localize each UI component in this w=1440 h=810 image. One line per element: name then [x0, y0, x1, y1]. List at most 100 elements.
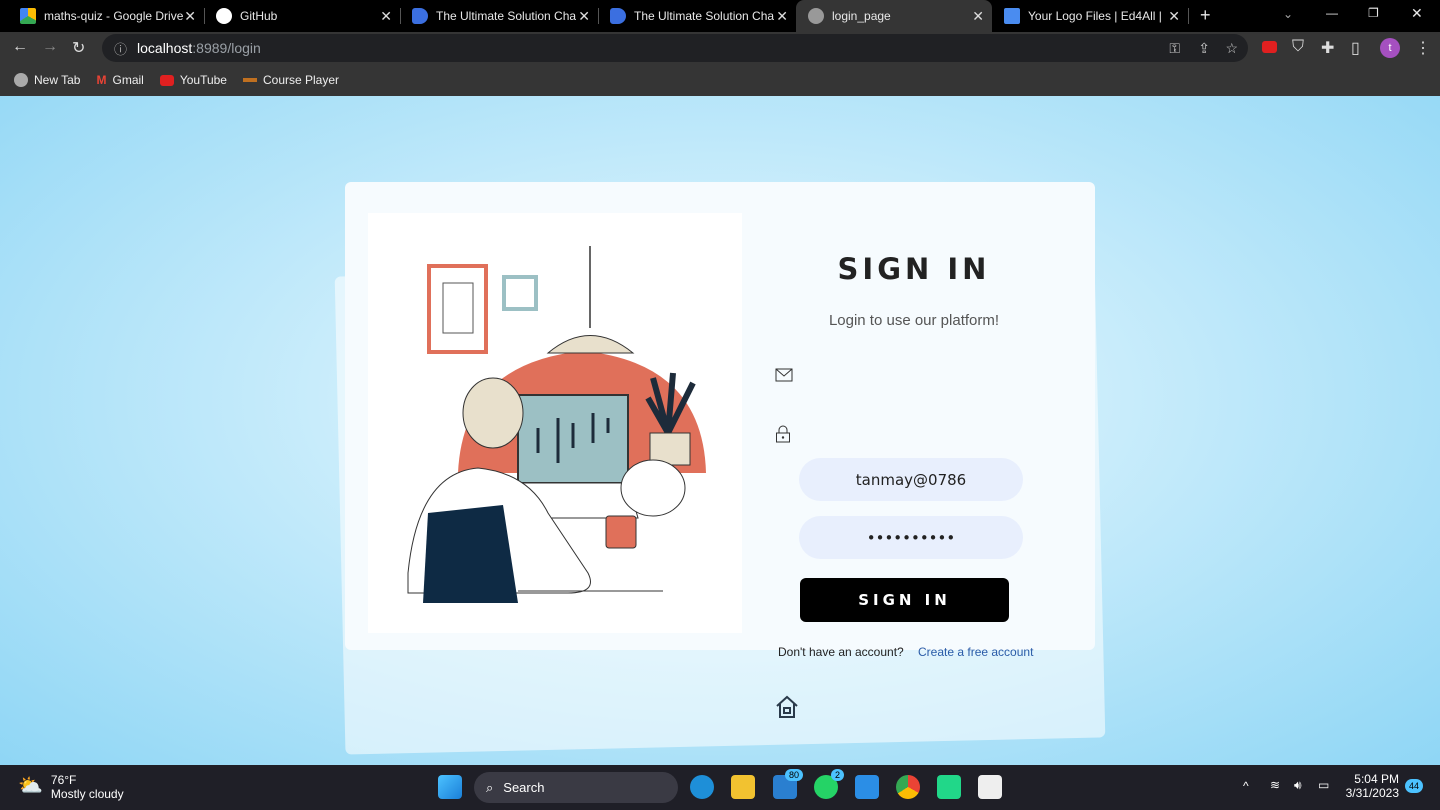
- restore-button[interactable]: ❐: [1368, 6, 1379, 20]
- back-icon[interactable]: ←: [12, 38, 28, 56]
- mug: [605, 515, 637, 549]
- menu-icon[interactable]: ⋮: [1415, 38, 1431, 58]
- weather-widget[interactable]: ⛅ 76°F Mostly cloudy: [18, 773, 124, 801]
- subtitle: Login to use our platform!: [828, 312, 1000, 329]
- cloudy-icon: ⛅: [18, 775, 43, 797]
- github-icon: [216, 8, 232, 24]
- cat: [620, 459, 686, 517]
- person-head: [462, 377, 524, 449]
- weather-desc: Mostly cloudy: [50, 787, 124, 801]
- close-tab-icon[interactable]: ✕: [972, 8, 984, 25]
- mail-badge: 80: [784, 769, 803, 781]
- taskbar: ⛅ 76°F Mostly cloudy ⌕ Search 80 2 ^ ≋ 🔊︎ …: [0, 765, 1440, 810]
- tab-ultimate-solution-1[interactable]: The Ultimate Solution Challe ✕: [400, 0, 599, 32]
- site-info-icon[interactable]: ⓘ: [114, 39, 127, 58]
- bookmarks-bar: New Tab M Gmail YouTube Course Player: [0, 64, 1440, 96]
- minimize-button[interactable]: —: [1326, 6, 1338, 20]
- no-account-text: Don't have an account?: [778, 645, 904, 659]
- bookmark-youtube[interactable]: YouTube: [159, 73, 227, 87]
- sign-in-button[interactable]: SIGN IN: [800, 578, 1009, 622]
- create-account-link[interactable]: Create a free account: [918, 645, 1033, 659]
- bookmark-course-player[interactable]: Course Player: [242, 73, 339, 87]
- search-label: Search: [503, 780, 545, 795]
- browser-toolbar: ← → ↻ ⓘ localhost:8989/login ⚿ ⇪ ☆ ⛉ ✚ ▯…: [0, 32, 1440, 64]
- doc-icon: [412, 8, 428, 24]
- shield-extension-icon[interactable]: ⛉: [1292, 38, 1304, 56]
- whatsapp-icon[interactable]: 2: [814, 769, 844, 799]
- lock-icon: [776, 425, 790, 443]
- tab-title: Your Logo Files | Ed4All | LO: [1028, 9, 1163, 23]
- clock[interactable]: 5:04 PM 3/31/2023: [1345, 772, 1399, 800]
- star-icon[interactable]: ☆: [1225, 40, 1238, 57]
- close-window-button[interactable]: ✕: [1411, 5, 1423, 22]
- volume-icon[interactable]: 🔊︎: [1294, 778, 1302, 793]
- globe-icon: [808, 8, 824, 24]
- home-icon[interactable]: [775, 695, 799, 719]
- new-tab-button[interactable]: +: [1200, 5, 1211, 26]
- mail-app-icon[interactable]: 80: [773, 769, 803, 799]
- chrome-icon[interactable]: [896, 775, 920, 799]
- whatsapp-badge: 2: [830, 769, 844, 781]
- forward-icon[interactable]: →: [42, 38, 58, 56]
- url-text: localhost:8989/login: [137, 40, 261, 56]
- tab-title: login_page: [832, 9, 891, 23]
- close-tab-icon[interactable]: ✕: [776, 8, 788, 25]
- gmail-icon: M: [96, 73, 107, 87]
- logo-icon: [1004, 8, 1020, 24]
- page-title: SIGN IN: [837, 252, 991, 286]
- share-icon[interactable]: ⇪: [1198, 40, 1210, 57]
- tab-strip: maths-quiz - Google Drive ✕ GitHub ✕ The U…: [0, 0, 1440, 32]
- course-icon: [242, 78, 257, 82]
- tab-title: maths-quiz - Google Drive: [44, 9, 184, 23]
- reload-icon[interactable]: ↻: [72, 38, 85, 58]
- tab-title: The Ultimate Solution Challe: [436, 9, 576, 23]
- close-tab-icon[interactable]: ✕: [184, 8, 196, 25]
- notification-badge[interactable]: 44: [1405, 779, 1424, 793]
- side-panel-icon[interactable]: ▯: [1351, 38, 1360, 58]
- extensions-icon[interactable]: ✚: [1321, 38, 1334, 58]
- page-background: SIGN IN Login to use our platform! SIGN …: [0, 96, 1440, 765]
- picture-frame: [427, 264, 488, 354]
- globe-icon: [14, 73, 28, 87]
- battery-icon[interactable]: ▭: [1318, 778, 1329, 792]
- tab-search-icon[interactable]: ⌄: [1283, 7, 1293, 21]
- password-input[interactable]: [799, 516, 1023, 559]
- tab-logo-files[interactable]: Your Logo Files | Ed4All | LO ✕: [992, 0, 1189, 32]
- taskbar-search[interactable]: ⌕ Search: [474, 772, 678, 803]
- pycharm-icon[interactable]: [937, 775, 961, 799]
- vscode-icon[interactable]: [855, 775, 879, 799]
- lamp-shade: [546, 335, 635, 354]
- tab-google-drive[interactable]: maths-quiz - Google Drive ✕: [8, 0, 205, 32]
- close-tab-icon[interactable]: ✕: [380, 8, 392, 25]
- start-button[interactable]: [438, 775, 462, 799]
- chair: [423, 505, 518, 603]
- doc-icon: [610, 8, 626, 24]
- bookmark-new-tab[interactable]: New Tab: [14, 73, 80, 87]
- snipping-tool-icon[interactable]: [978, 775, 1002, 799]
- mail-icon: [775, 368, 793, 382]
- youtube-icon: [159, 74, 174, 86]
- profile-avatar[interactable]: t: [1380, 38, 1400, 58]
- tab-title: GitHub: [240, 9, 278, 23]
- extension-youtube-icon[interactable]: [1262, 41, 1277, 53]
- google-drive-icon: [20, 8, 36, 24]
- close-tab-icon[interactable]: ✕: [578, 8, 590, 25]
- tab-github[interactable]: GitHub ✕: [204, 0, 401, 32]
- file-explorer-icon[interactable]: [731, 775, 755, 799]
- address-bar[interactable]: ⓘ localhost:8989/login ⚿ ⇪ ☆: [102, 34, 1248, 62]
- search-icon: ⌕: [486, 779, 494, 795]
- tab-ultimate-solution-2[interactable]: The Ultimate Solution Challe ✕: [598, 0, 796, 32]
- tab-title: The Ultimate Solution Challe: [634, 9, 774, 23]
- key-icon[interactable]: ⚿: [1169, 40, 1180, 57]
- login-card: SIGN IN Login to use our platform! SIGN …: [345, 182, 1095, 718]
- wifi-icon[interactable]: ≋: [1270, 778, 1280, 792]
- edge-icon[interactable]: [690, 775, 714, 799]
- bookmark-gmail[interactable]: M Gmail: [96, 73, 143, 87]
- weather-temp: 76°F: [50, 773, 77, 787]
- username-input[interactable]: [799, 458, 1023, 501]
- illustration: [368, 213, 742, 633]
- tray-chevron-icon[interactable]: ^: [1243, 779, 1249, 793]
- close-tab-icon[interactable]: ✕: [1168, 8, 1180, 25]
- tab-login-page[interactable]: login_page ✕: [796, 0, 992, 32]
- small-frame: [502, 275, 538, 311]
